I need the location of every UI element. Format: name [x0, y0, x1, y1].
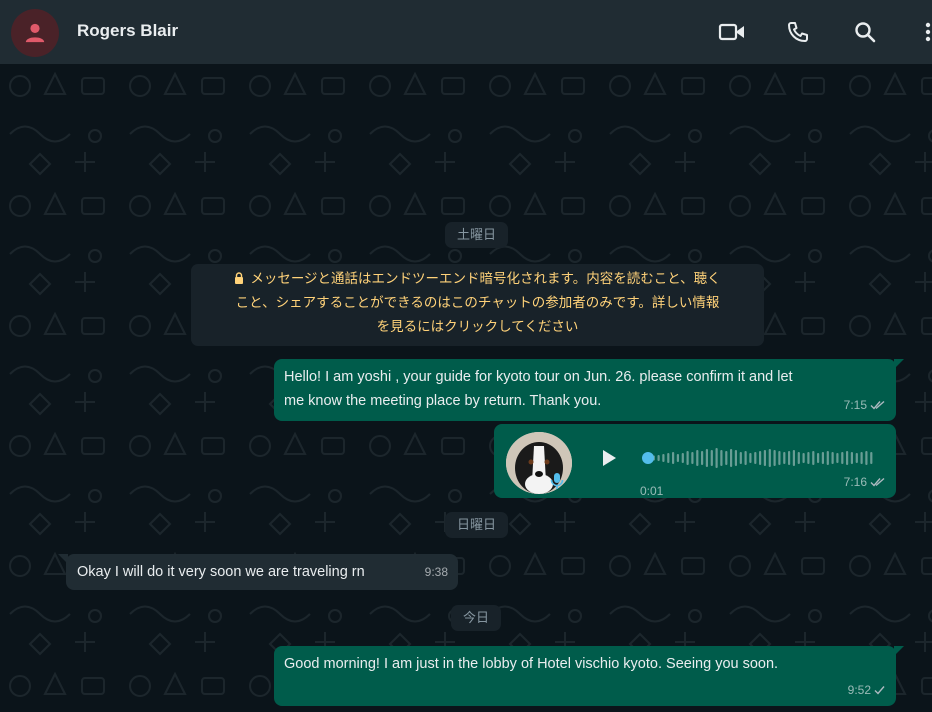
message-meta: 7:16 — [844, 470, 886, 494]
voice-call-button[interactable] — [782, 16, 814, 48]
waveform-bar — [768, 449, 771, 467]
video-call-button[interactable] — [716, 16, 748, 48]
waveform-bar — [812, 451, 815, 465]
date-divider: 今日 — [451, 605, 502, 631]
waveform-bar — [797, 452, 800, 464]
voice-message[interactable]: 0:01 7:16 — [494, 424, 896, 498]
voice-duration: 0:01 — [640, 484, 664, 498]
waveform-bar — [749, 453, 752, 463]
video-call-icon — [718, 23, 744, 41]
waveform-bar — [681, 453, 684, 463]
waveform-bar — [831, 452, 834, 464]
search-button[interactable] — [849, 16, 881, 48]
waveform-bar — [778, 451, 781, 465]
waveform-bar — [734, 450, 737, 466]
encryption-text-1: メッセージと通話はエンドツーエンド暗号化されます。内容を読むこと、聴く — [250, 271, 721, 286]
waveform-bar — [821, 452, 824, 464]
waveform-bar — [865, 451, 868, 465]
waveform-bar — [672, 452, 675, 464]
single-check-icon — [874, 686, 885, 695]
waveform-bar — [676, 454, 679, 462]
waveform-bar — [710, 450, 713, 466]
waveform-bar — [725, 451, 728, 465]
waveform-bar — [686, 451, 689, 465]
message-time: 9:52 — [847, 683, 871, 697]
waveform-bar — [783, 452, 786, 464]
bubble-tail — [58, 554, 68, 564]
waveform-bar — [691, 452, 694, 464]
avatar[interactable] — [11, 9, 59, 57]
waveform-bar — [662, 454, 665, 462]
waveform-bar — [792, 450, 795, 466]
lock-icon — [235, 272, 244, 284]
waveform-bar — [826, 451, 829, 465]
waveform-bar — [802, 453, 805, 463]
more-menu-icon — [925, 22, 931, 42]
message-text-line: me know the meeting place by return. Tha… — [284, 393, 602, 409]
play-icon — [603, 450, 616, 466]
waveform-bar — [667, 453, 670, 463]
waveform-bar — [788, 451, 791, 465]
waveform-bar — [730, 449, 733, 467]
waveform-bar — [701, 451, 704, 465]
menu-button[interactable] — [916, 16, 932, 48]
encryption-notice-line: メッセージと通話はエンドツーエンド暗号化されます。内容を読むこと、聴く — [205, 267, 750, 291]
date-divider: 土曜日 — [445, 222, 509, 248]
encryption-notice[interactable]: メッセージと通話はエンドツーエンド暗号化されます。内容を読むこと、聴く こと、シ… — [191, 264, 764, 346]
chat-area[interactable]: 土曜日 メッセージと通話はエンドツーエンド暗号化されます。内容を読むこと、聴く … — [0, 64, 932, 712]
waveform-bar — [836, 453, 839, 463]
play-button[interactable] — [596, 446, 620, 470]
double-check-icon — [870, 400, 885, 410]
waveform-bar — [807, 452, 810, 464]
double-check-icon — [870, 477, 885, 487]
waveform-bar — [720, 450, 723, 466]
waveform-bar — [657, 455, 660, 461]
waveform-bar — [773, 450, 776, 466]
waveform-bar — [763, 450, 766, 466]
date-divider: 日曜日 — [445, 512, 509, 538]
message-time: 9:38 — [424, 565, 448, 579]
waveform-bar — [744, 451, 747, 465]
waveform-bar — [754, 452, 757, 464]
waveform-bar — [817, 453, 820, 463]
search-icon — [855, 22, 876, 43]
phone-call-icon — [788, 22, 808, 42]
bubble-tail — [894, 646, 904, 656]
bubble-tail — [894, 359, 904, 369]
waveform-bar — [739, 452, 742, 464]
waveform-bar — [696, 450, 699, 466]
encryption-text-2: こと、シェアすることができるのはこのチャットの参加者のみです。詳しい情報 — [235, 295, 720, 310]
contact-name[interactable]: Rogers Blair — [77, 21, 178, 41]
waveform-bar — [759, 451, 762, 465]
outgoing-message[interactable]: Good morning! I am just in the lobby of … — [274, 646, 904, 706]
waveform-bar — [855, 453, 858, 463]
person-icon — [25, 23, 45, 43]
waveform-bar — [705, 449, 708, 467]
message-text: Okay I will do it very soon we are trave… — [77, 564, 365, 580]
message-time: 7:16 — [843, 475, 867, 489]
chat-header: Rogers Blair — [0, 0, 932, 64]
mic-icon — [548, 472, 566, 490]
waveform-bar — [841, 452, 844, 464]
message-meta: 9:38 — [425, 560, 448, 584]
waveform-bar — [860, 452, 863, 464]
message-text: Good morning! I am just in the lobby of … — [284, 656, 779, 672]
message-meta: 9:52 — [848, 678, 886, 702]
waveform-bar — [850, 452, 853, 464]
message-meta: 7:15 — [844, 393, 886, 417]
waveform-bar — [846, 451, 849, 465]
outgoing-message[interactable]: Hello! I am yoshi , your guide for kyoto… — [274, 359, 904, 421]
playback-handle[interactable] — [642, 452, 654, 464]
encryption-text-3: を見るにはクリックしてください — [376, 319, 579, 334]
waveform-bar — [715, 448, 718, 468]
incoming-message[interactable]: Okay I will do it very soon we are trave… — [58, 554, 458, 590]
message-text-line: Hello! I am yoshi , your guide for kyoto… — [284, 369, 793, 385]
audio-waveform[interactable] — [642, 444, 874, 472]
message-time: 7:15 — [843, 398, 867, 412]
waveform-bar — [870, 452, 873, 464]
